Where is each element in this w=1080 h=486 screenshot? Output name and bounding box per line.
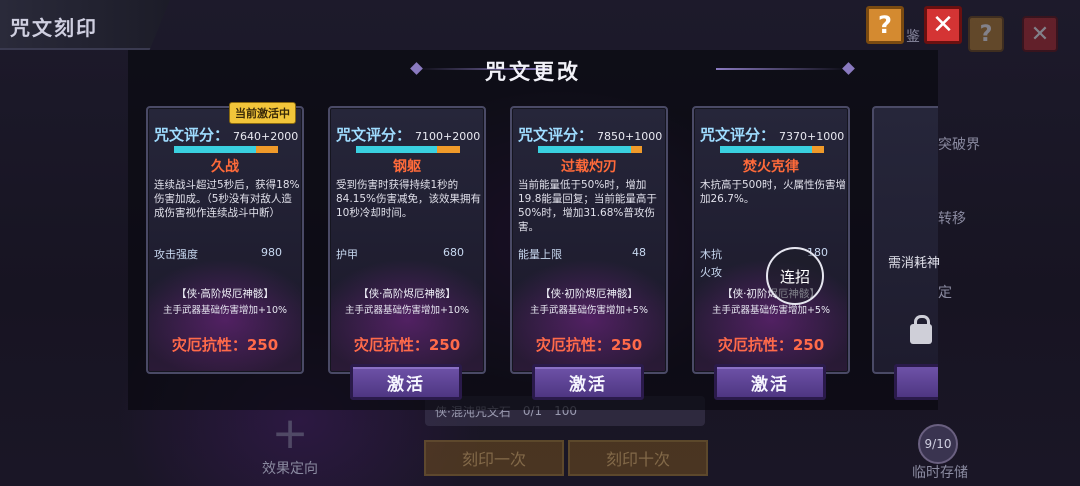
background-close-icon: ✕: [1022, 16, 1058, 52]
stat-value: 680: [443, 246, 464, 259]
stat-label: 攻击强度: [154, 248, 198, 261]
score-row: 咒文评分： 7100+2000: [336, 124, 482, 145]
divine-relic-bonus: 主手武器基础伤害增加+5%: [711, 305, 831, 316]
disaster-resistance: 灾厄抗性：250: [717, 336, 825, 354]
disaster-resistance: 灾厄抗性：250: [535, 336, 643, 354]
activate-button-2[interactable]: 激活: [350, 364, 462, 400]
divine-relic-name: 【侠·初阶烬厄神骸】: [540, 288, 638, 300]
score-bar-base: [538, 146, 631, 153]
engrave-once-button[interactable]: 刻印一次: [424, 440, 564, 476]
score-bar-bonus: [437, 146, 460, 153]
lock-icon: [910, 315, 932, 344]
stat-value: 48: [632, 246, 646, 259]
divine-relic-name: 【侠·高阶烬厄神骸】: [358, 288, 456, 300]
rune-name: 焚火克律: [743, 159, 799, 175]
score-label: 咒文评分：: [336, 126, 412, 144]
engrave-ten-button[interactable]: 刻印十次: [568, 440, 708, 476]
score-label: 咒文评分：: [700, 126, 776, 144]
stat-row: 护甲 680: [336, 246, 464, 262]
score-value: 7100+2000: [415, 130, 481, 143]
rune-card-5-locked: 需消耗神: [872, 106, 941, 374]
stat-label: 火攻: [700, 266, 722, 279]
score-bar: [174, 146, 278, 153]
score-value: 7370+1000: [779, 130, 845, 143]
stat-label: 木抗: [700, 248, 722, 261]
background-top-controls: ? ✕: [968, 16, 1058, 52]
stat-value: 980: [261, 246, 282, 259]
combo-button[interactable]: 连招: [766, 247, 824, 305]
close-icon: ✕: [932, 10, 954, 40]
stat-label: 能量上限: [518, 248, 562, 261]
temp-storage-label: 临时存储: [912, 465, 968, 481]
score-label: 咒文评分：: [154, 126, 230, 144]
divine-relic-bonus: 主手武器基础伤害增加+10%: [344, 305, 470, 316]
background-page-title: 咒文刻印: [0, 0, 170, 50]
score-value: 7850+1000: [597, 130, 663, 143]
score-bar: [720, 146, 824, 153]
score-label: 咒文评分：: [518, 126, 594, 144]
score-bar-base: [174, 146, 257, 153]
title-divider-right: [716, 68, 846, 70]
rune-description: 当前能量低于50%时，增加19.8能量回复；当前能量高于50%时，增加31.68…: [518, 179, 657, 233]
disaster-resistance: 灾厄抗性：250: [353, 336, 461, 354]
modal-title: 咒文更改: [485, 60, 581, 84]
score-bar: [356, 146, 460, 153]
divine-relic-name: 【侠·高阶烬厄神骸】: [176, 288, 274, 300]
rune-name: 钢躯: [393, 159, 421, 175]
cost-requirement-text: 需消耗神: [888, 256, 941, 271]
rune-description: 连续战斗超过5秒后，获得18%伤害加成。（5秒没有对敌人造成伤害视作连续战斗中断…: [154, 179, 300, 219]
active-badge: 当前激活中: [229, 102, 296, 124]
stat-row: 能量上限 48: [518, 246, 646, 262]
score-bar-bonus: [630, 146, 642, 153]
rune-card-3[interactable]: 咒文评分： 7850+1000 过载灼刃 当前能量低于50%时，增加19.8能量…: [510, 106, 668, 374]
score-row: 咒文评分： 7640+2000: [154, 124, 300, 145]
score-bar: [538, 146, 642, 153]
background-help-icon: ?: [968, 16, 1004, 52]
background-jian-label: 鉴: [906, 29, 920, 45]
activate-button-5[interactable]: [894, 364, 938, 400]
activate-button-3[interactable]: 激活: [532, 364, 644, 400]
close-button[interactable]: ✕: [924, 6, 962, 44]
score-bar-bonus: [811, 146, 824, 153]
score-bar-base: [720, 146, 812, 153]
rune-name: 过载灼刃: [561, 159, 617, 175]
help-icon: ?: [878, 11, 892, 39]
rune-card-1[interactable]: 当前激活中 咒文评分： 7640+2000 久战 连续战斗超过5秒后，获得18%…: [146, 102, 304, 374]
score-value: 7640+2000: [233, 130, 299, 143]
disaster-resistance: 灾厄抗性：250: [171, 336, 279, 354]
score-bar-bonus: [256, 146, 278, 153]
background-fix-label: 定: [938, 285, 952, 301]
divine-relic-bonus: 主手武器基础伤害增加+10%: [162, 305, 288, 316]
stat-label: 护甲: [336, 248, 358, 261]
rune-description: 受到伤害时获得持续1秒的84.15%伤害减免，该效果拥有10秒冷却时间。: [336, 179, 482, 219]
background-break-label: 突破界: [938, 137, 980, 153]
rune-description: 木抗高于500时，火属性伤害增加26.7%。: [700, 179, 847, 205]
score-bar-base: [356, 146, 438, 153]
score-row: 咒文评分： 7370+1000: [700, 124, 846, 145]
activate-button-4[interactable]: 激活: [714, 364, 826, 400]
help-button[interactable]: ?: [866, 6, 904, 44]
background-transfer-label: 转移: [938, 211, 966, 227]
rune-card-4[interactable]: 咒文评分： 7370+1000 焚火克律 木抗高于500时，火属性伤害增加26.…: [692, 106, 850, 374]
rune-name: 久战: [211, 159, 239, 175]
divine-relic-bonus: 主手武器基础伤害增加+5%: [529, 305, 649, 316]
stat-row: 攻击强度 980: [154, 246, 282, 262]
effect-direction-label: 效果定向: [262, 461, 318, 477]
plus-icon: +: [271, 408, 309, 459]
rune-card-2[interactable]: 咒文评分： 7100+2000 钢躯 受到伤害时获得持续1秒的84.15%伤害减…: [328, 106, 486, 374]
score-row: 咒文评分： 7850+1000: [518, 124, 664, 145]
storage-count-badge: 9/10: [918, 424, 958, 464]
